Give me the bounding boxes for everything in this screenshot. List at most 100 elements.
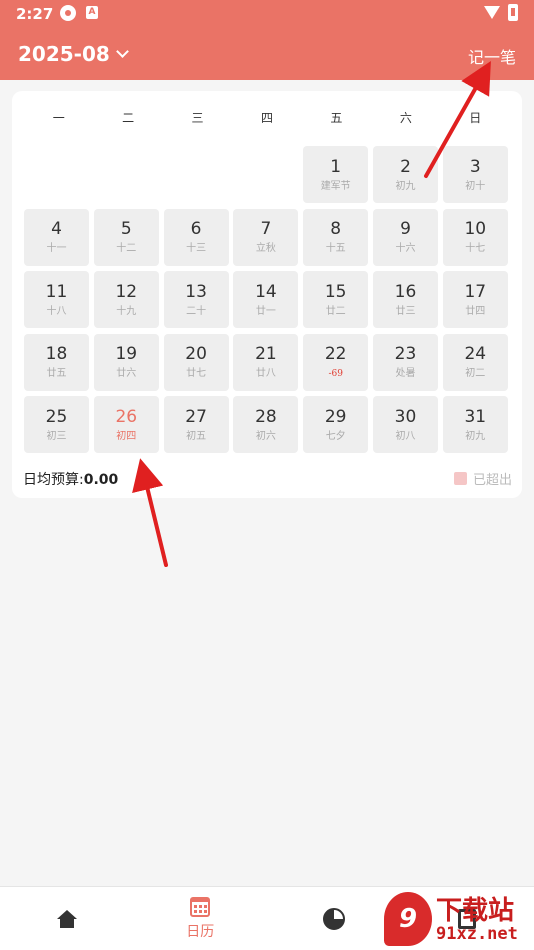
lunar-date: 初二	[465, 368, 486, 379]
day-number: 14	[255, 281, 277, 302]
calendar-day-cell[interactable]: 25 初三	[24, 396, 89, 453]
empty-cell	[164, 146, 229, 203]
calendar-day-cell[interactable]: 16 廿三	[372, 271, 438, 328]
lunar-date: 初五	[186, 430, 207, 442]
watermark-logo: 9	[384, 892, 432, 946]
lunar-date: 十八	[46, 305, 67, 317]
watermark-title: 下载站	[436, 896, 515, 926]
calendar-card: 一 二 三 四 五 六 日 1 建军节 2 初九 3 初十 4 十一 5 十二 6 十三 7 立秋 8 十五 9 十六 10 十七…	[12, 91, 522, 498]
day-number: 11	[45, 281, 68, 302]
day-number: 21	[255, 344, 277, 364]
calendar-day-cell[interactable]: 27 初五	[163, 396, 229, 453]
calendar-day-cell[interactable]: 5 十二	[93, 208, 159, 266]
calendar-day-cell[interactable]: 22 -69	[303, 333, 369, 391]
calendar-day-cell[interactable]: 14 廿一	[233, 271, 299, 328]
legend-label: 已超出	[472, 473, 512, 488]
day-number: 25	[45, 406, 68, 427]
lunar-date: 处暑	[395, 368, 416, 379]
calendar-day-cell[interactable]: 8 十五	[303, 208, 369, 266]
calendar-day-cell[interactable]: 19 廿六	[93, 333, 159, 391]
status-time: 2:27	[16, 5, 54, 23]
a-icon: A	[86, 6, 98, 19]
month-selector[interactable]: 2025-08	[18, 42, 129, 66]
calendar-day-cell[interactable]: 29 七夕	[303, 396, 369, 453]
lunar-date: 二十	[186, 305, 207, 317]
lunar-date: 初九	[395, 180, 416, 192]
day-number: 4	[51, 219, 62, 239]
calendar-grid: 1 建军节 2 初九 3 初十 4 十一 5 十二 6 十三 7 立秋 8 十五 9 十六 10 十七 11 十八 12 十九…	[24, 146, 510, 453]
nav-home[interactable]	[0, 887, 134, 950]
calendar-day-cell[interactable]: 9 十六	[372, 208, 438, 266]
empty-cell	[233, 146, 298, 203]
lunar-date: 廿七	[186, 368, 207, 379]
empty-cell	[94, 146, 159, 203]
day-number: 31	[464, 406, 487, 427]
day-number: 2	[400, 156, 411, 177]
day-expense: -69	[328, 369, 343, 379]
lunar-date: 廿二	[325, 305, 346, 317]
calendar-day-cell[interactable]: 10 十七	[442, 208, 508, 266]
day-number: 29	[324, 406, 347, 427]
calendar-day-cell[interactable]: 6 十三	[163, 208, 229, 266]
day-number: 15	[324, 281, 347, 302]
day-number: 22	[324, 344, 347, 364]
lunar-date: 廿一	[255, 305, 276, 317]
record-button[interactable]: 记一笔	[468, 44, 516, 68]
weekday-label: 三	[191, 110, 204, 125]
day-number: 24	[464, 344, 487, 364]
calendar-day-cell[interactable]: 17 廿四	[442, 271, 508, 328]
legend-swatch	[453, 472, 467, 485]
calendar-day-cell[interactable]: 20 廿七	[163, 333, 229, 391]
lunar-date: 十三	[186, 243, 207, 254]
home-icon	[56, 909, 77, 928]
calendar-day-cell[interactable]: 11 十八	[24, 271, 89, 328]
lunar-date: 廿八	[255, 368, 276, 379]
nav-calendar[interactable]: 日历	[134, 887, 268, 950]
day-number: 27	[185, 406, 207, 427]
calendar-day-cell-today[interactable]: 26 初四	[93, 396, 159, 453]
day-number: 5	[120, 219, 132, 239]
calendar-day-cell[interactable]: 18 廿五	[24, 333, 89, 391]
calendar-day-cell[interactable]: 30 初八	[372, 396, 438, 453]
lunar-date: 初九	[465, 430, 486, 442]
calendar-icon	[190, 896, 211, 917]
day-number: 3	[469, 156, 481, 177]
lunar-date: 十二	[116, 243, 137, 254]
calendar-day-cell[interactable]: 21 廿八	[233, 333, 299, 391]
nav-calendar-label: 日历	[186, 923, 215, 940]
calendar-day-cell[interactable]: 31 初九	[442, 396, 508, 453]
lunar-date: 十五	[325, 243, 346, 254]
calendar-day-cell[interactable]: 13 二十	[163, 271, 229, 328]
calendar-day-cell[interactable]: 12 十九	[93, 271, 159, 328]
weekday-label: 六	[399, 110, 412, 125]
day-number: 26	[115, 406, 138, 427]
calendar-day-cell[interactable]: 28 初六	[233, 396, 299, 453]
calendar-day-cell[interactable]: 4 十一	[24, 208, 89, 266]
budget-label: 日均预算:	[23, 472, 84, 488]
calendar-day-cell[interactable]: 23 处暑	[372, 333, 438, 391]
calendar-day-cell[interactable]: 7 立秋	[233, 208, 299, 266]
day-number: 12	[115, 281, 138, 302]
weekday-label: 日	[469, 110, 482, 125]
day-number: 7	[260, 219, 272, 239]
day-number: 1	[330, 156, 342, 177]
watermark-url: 91xz.net	[436, 924, 518, 944]
weekday-label: 五	[330, 110, 343, 125]
watermark: 9 下载站 91xz.net	[384, 888, 534, 950]
calendar-day-cell[interactable]: 3 初十	[442, 146, 508, 203]
app-icon	[60, 5, 76, 21]
calendar-day-cell[interactable]: 1 建军节	[303, 146, 369, 203]
day-number: 18	[45, 344, 68, 364]
chevron-down-icon	[115, 44, 129, 58]
header-bar: 2:27 A 2025-08 记一笔	[0, 0, 534, 80]
nav-stats[interactable]	[267, 887, 401, 950]
day-number: 19	[115, 344, 138, 364]
lunar-date: 十六	[395, 243, 416, 254]
lunar-date: 廿三	[395, 305, 416, 317]
calendar-day-cell[interactable]: 24 初二	[442, 333, 508, 391]
weekday-header: 一二三四五六日	[24, 91, 510, 143]
lunar-date: 廿五	[46, 368, 67, 379]
calendar-day-cell[interactable]: 15 廿二	[303, 271, 369, 328]
lunar-date: 初六	[255, 430, 276, 442]
calendar-day-cell[interactable]: 2 初九	[372, 146, 438, 203]
